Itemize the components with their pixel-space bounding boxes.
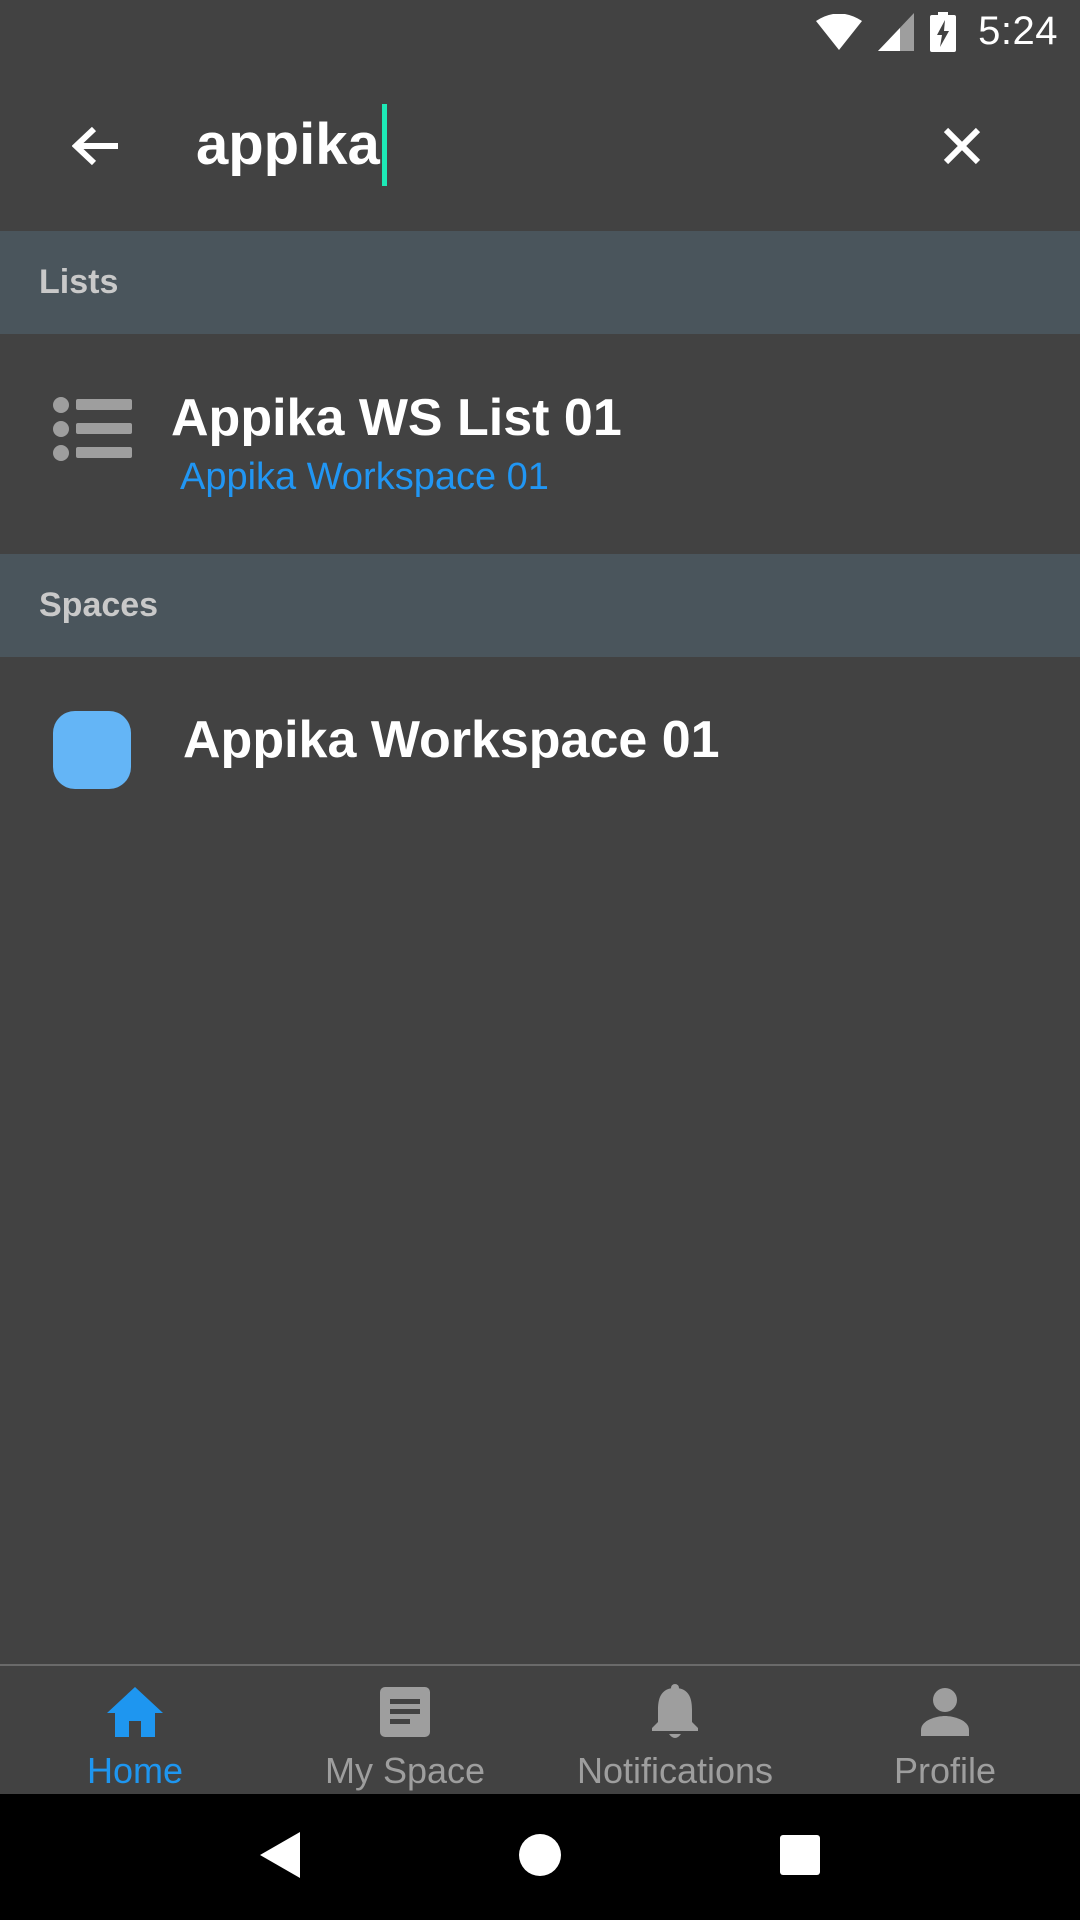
section-title-spaces: Spaces (39, 586, 159, 624)
list-icon (52, 396, 132, 467)
search-query-text: appika (196, 112, 380, 177)
clear-search-button[interactable] (922, 108, 1002, 188)
person-icon (921, 1682, 969, 1742)
bell-icon (650, 1682, 700, 1742)
space-color-swatch (53, 711, 131, 789)
back-button[interactable] (56, 108, 136, 188)
nav-item-my-space[interactable]: My Space (270, 1666, 540, 1794)
space-result-item[interactable]: Appika Workspace 01 (0, 658, 1080, 838)
system-recents-button[interactable] (760, 1817, 840, 1897)
section-header-lists: Lists (0, 231, 1080, 334)
wifi-icon (816, 13, 863, 50)
list-result-title: Appika WS List 01 (171, 389, 622, 447)
recents-square-icon (780, 1834, 820, 1880)
system-back-button[interactable] (240, 1817, 320, 1897)
battery-charging-icon (930, 11, 957, 52)
system-navigation-bar (0, 1794, 1080, 1920)
list-result-workspace: Appika Workspace 01 (180, 456, 549, 498)
search-toolbar: appika (0, 63, 1080, 231)
system-home-button[interactable] (500, 1817, 580, 1897)
nav-item-notifications[interactable]: Notifications (540, 1666, 810, 1794)
text-cursor (381, 104, 387, 186)
note-icon (380, 1682, 430, 1742)
bottom-navigation: Home My Space Notifications Profile (0, 1664, 1080, 1794)
cellular-signal-icon (878, 12, 915, 51)
section-header-spaces: Spaces (0, 554, 1080, 657)
arrow-back-icon (71, 126, 120, 171)
back-triangle-icon (260, 1831, 300, 1883)
nav-item-home[interactable]: Home (0, 1666, 270, 1794)
section-title-lists: Lists (39, 263, 119, 301)
home-circle-icon (518, 1833, 562, 1882)
status-time: 5:24 (978, 9, 1058, 53)
nav-label-my-space: My Space (324, 1750, 486, 1791)
status-bar: 5:24 (0, 0, 1080, 63)
search-input[interactable]: appika (196, 95, 896, 195)
close-icon (942, 126, 982, 171)
space-result-title: Appika Workspace 01 (183, 711, 720, 769)
nav-item-profile[interactable]: Profile (810, 1666, 1080, 1794)
home-icon (107, 1682, 163, 1742)
nav-label-home: Home (86, 1750, 184, 1791)
search-screen: 5:24 appika Lists Appika WS List 01 Appi… (0, 0, 1080, 1920)
nav-label-notifications: Notifications (576, 1750, 774, 1791)
nav-label-profile: Profile (893, 1750, 997, 1791)
list-result-item[interactable]: Appika WS List 01 Appika Workspace 01 (0, 334, 1080, 554)
